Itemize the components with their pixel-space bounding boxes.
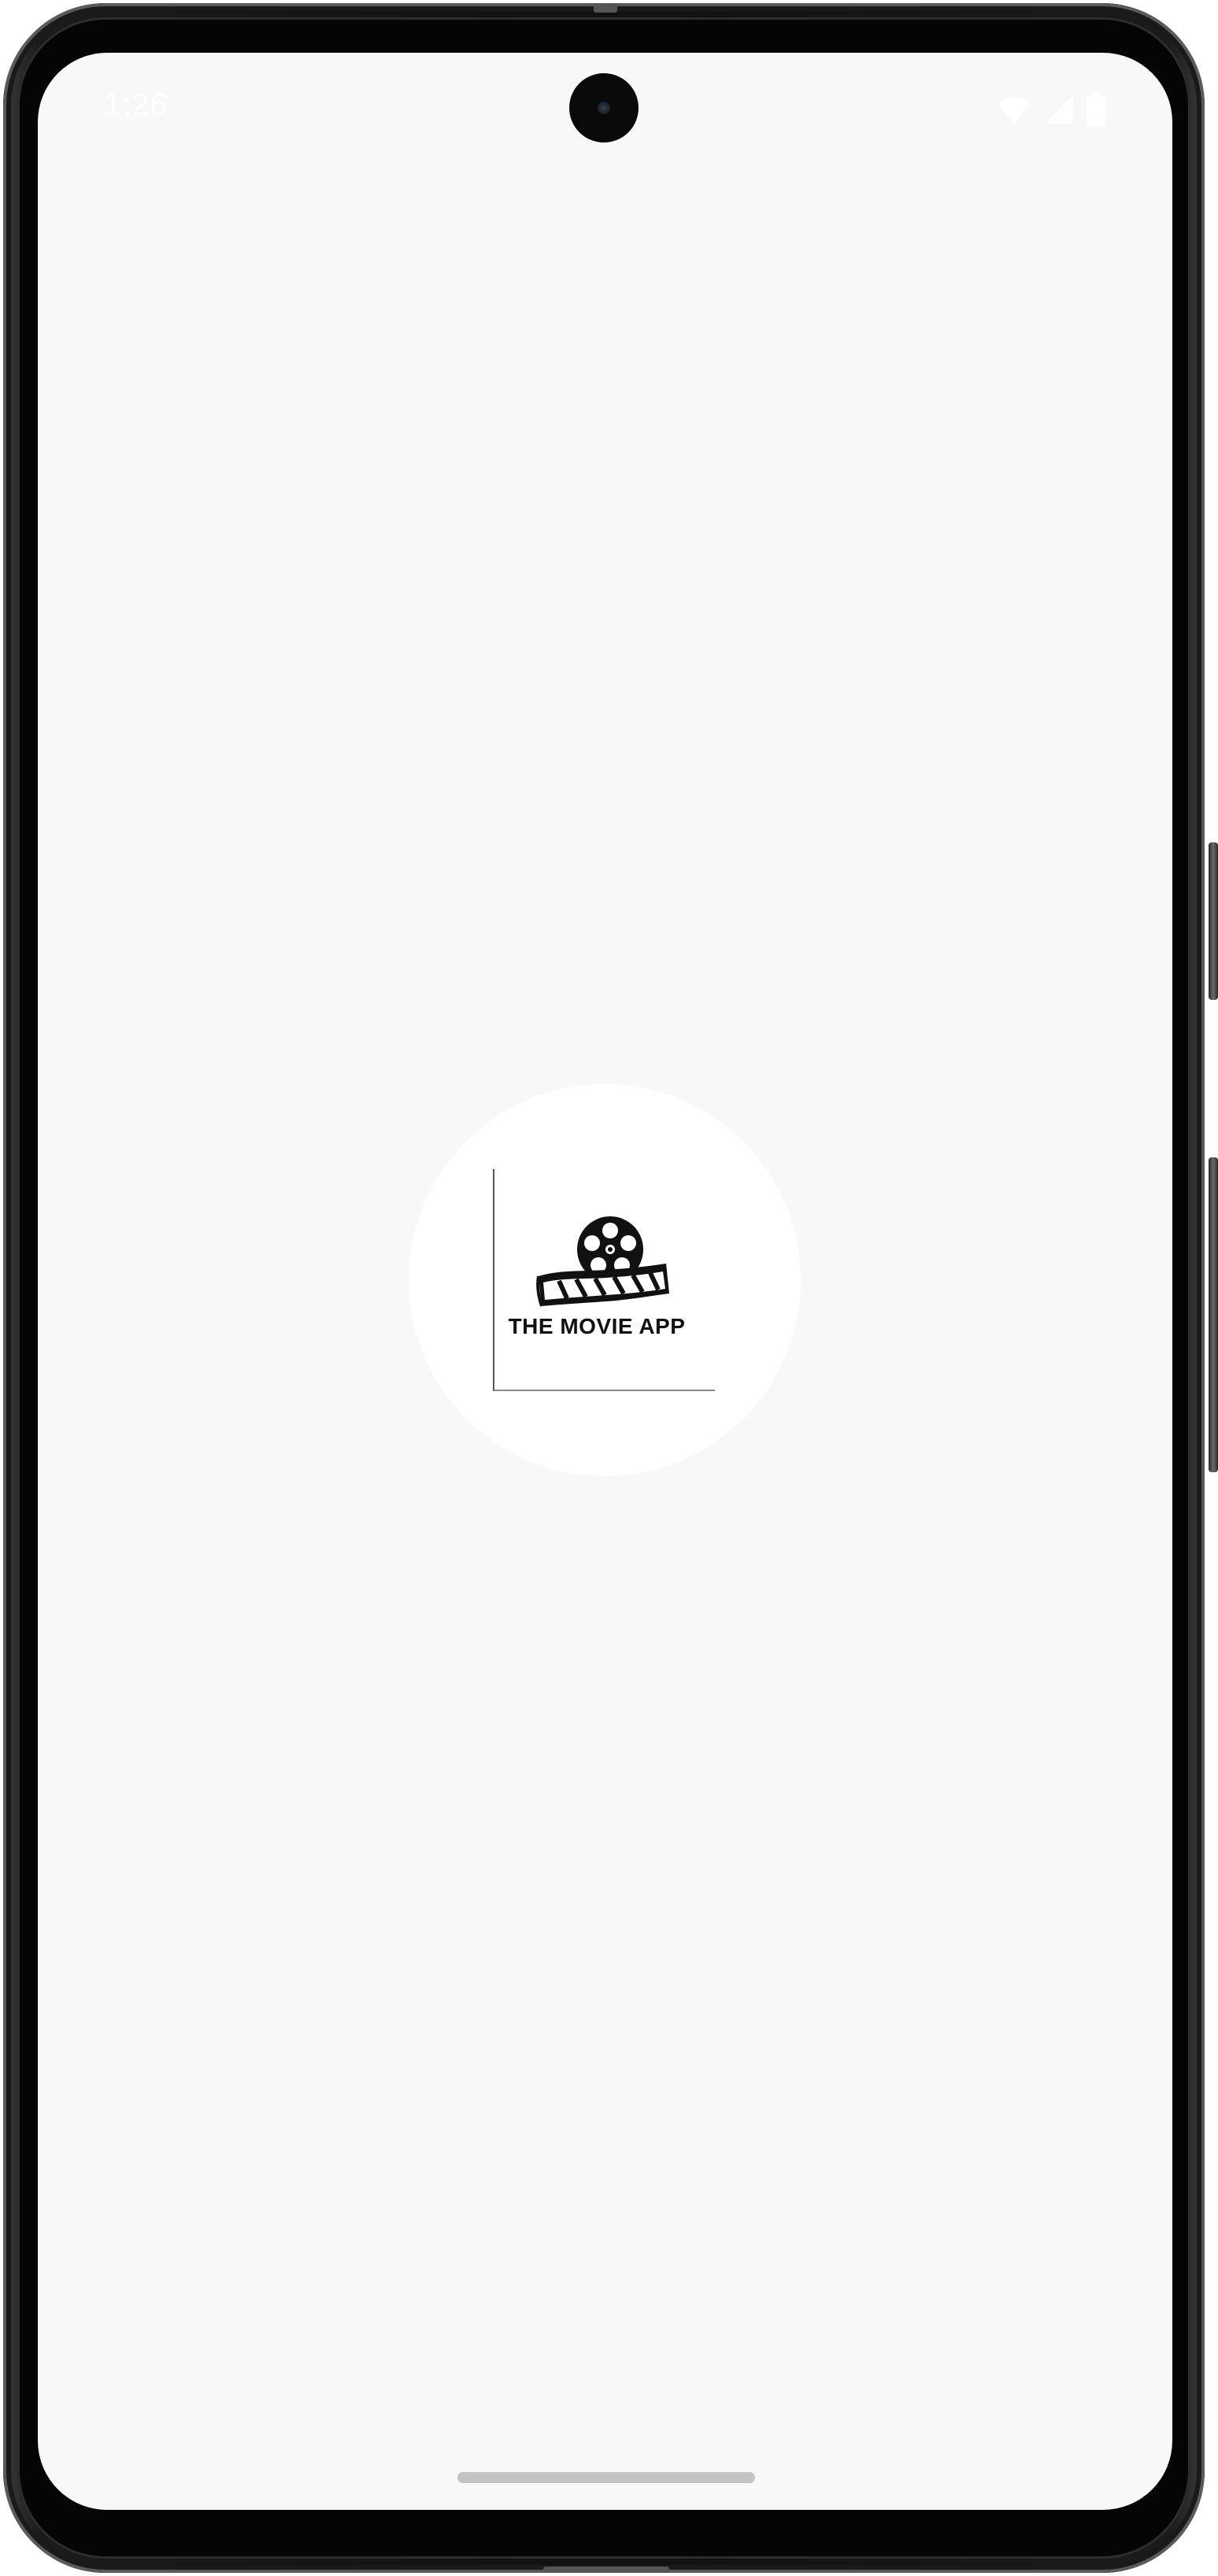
app-logo: THE MOVIE APP xyxy=(493,1169,715,1391)
status-bar: 1:26 xyxy=(38,53,1172,163)
app-screen: 1:26 THE MOVIE APP xyxy=(38,53,1172,2510)
film-reel-icon xyxy=(535,1215,669,1313)
wifi-icon xyxy=(996,94,1032,125)
front-camera xyxy=(569,73,639,142)
logo-text: THE MOVIE APP xyxy=(508,1314,686,1338)
battery-icon xyxy=(1086,92,1106,127)
top-antenna-line xyxy=(594,3,617,13)
cellular-signal-icon xyxy=(1043,94,1075,125)
status-icons xyxy=(996,92,1106,127)
gesture-nav-handle[interactable] xyxy=(457,2472,755,2483)
status-time: 1:26 xyxy=(104,87,168,122)
volume-buttons xyxy=(1209,1157,1218,1472)
bottom-antenna-line xyxy=(543,2567,669,2573)
camera-lens xyxy=(598,102,610,114)
power-button xyxy=(1209,842,1218,1000)
